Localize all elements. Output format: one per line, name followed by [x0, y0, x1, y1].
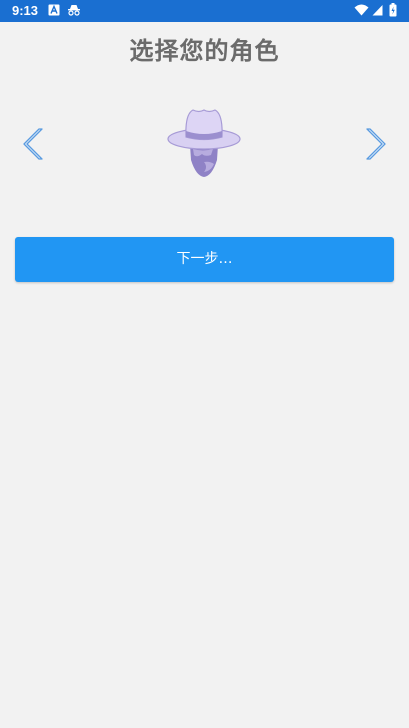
- incognito-avatar-icon: [167, 109, 241, 177]
- next-button[interactable]: 下一步…: [15, 237, 394, 282]
- status-bar: 9:13: [0, 0, 409, 22]
- page-title: 选择您的角色: [129, 37, 280, 65]
- wifi-icon: [354, 4, 369, 16]
- status-time: 9:13: [12, 3, 39, 18]
- chevron-right-icon[interactable]: [363, 127, 389, 161]
- a-box-icon: [48, 4, 60, 16]
- signal-icon: [372, 5, 383, 16]
- incognito-icon: [68, 5, 80, 16]
- battery-icon: [389, 3, 397, 17]
- chevron-left-icon[interactable]: [20, 127, 46, 161]
